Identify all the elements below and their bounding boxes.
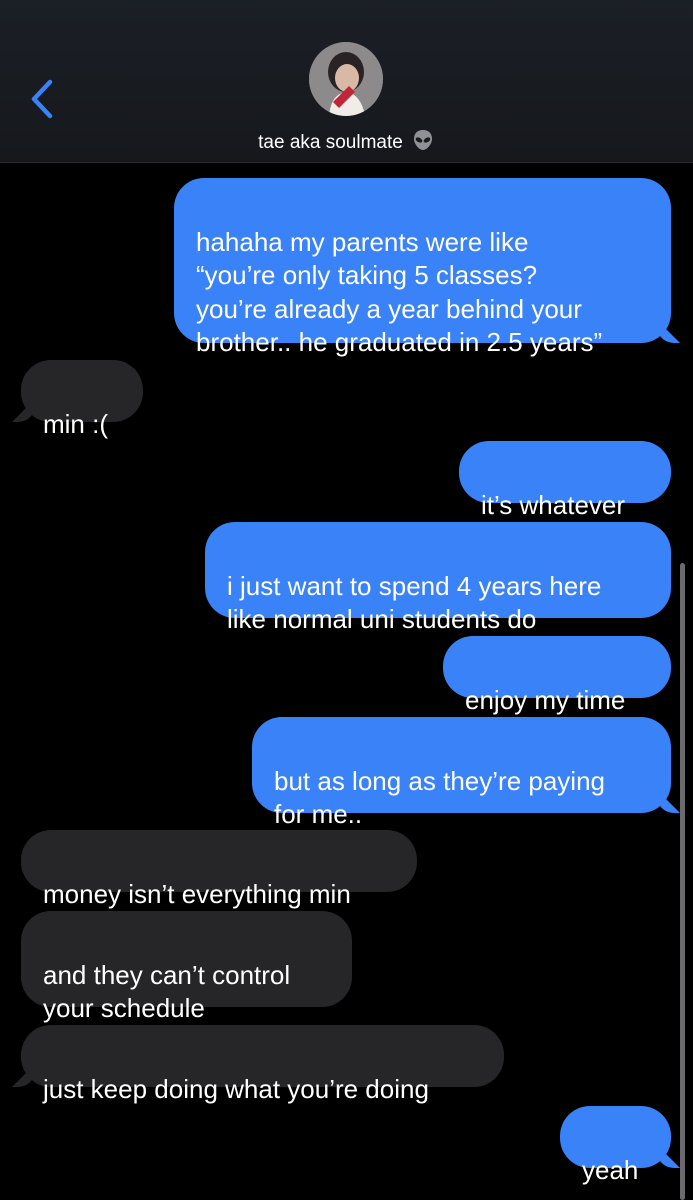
message-text: it’s whatever bbox=[481, 489, 626, 520]
message-text: but as long as they’re paying for me.. bbox=[274, 765, 605, 830]
message-text: just keep doing what you’re doing bbox=[43, 1073, 429, 1104]
contact-avatar[interactable] bbox=[309, 42, 383, 116]
avatar-photo bbox=[309, 42, 383, 116]
message-text: yeah bbox=[582, 1154, 639, 1185]
sent-message-bubble[interactable]: but as long as they’re paying for me.. bbox=[252, 717, 671, 829]
chevron-left-icon bbox=[31, 79, 53, 119]
sent-message-bubble[interactable]: yeah bbox=[560, 1106, 671, 1185]
message-text: hahaha my parents were like “you’re only… bbox=[196, 226, 603, 358]
contact-name[interactable]: tae aka soulmate bbox=[0, 128, 693, 158]
received-message-bubble[interactable]: just keep doing what you’re doing bbox=[21, 1025, 504, 1104]
received-message-bubble[interactable]: and they can’t control your schedule bbox=[21, 911, 352, 1023]
received-message-bubble[interactable]: min :( bbox=[21, 360, 143, 439]
conversation-header: tae aka soulmate bbox=[0, 0, 693, 163]
sent-message-bubble[interactable]: enjoy my time bbox=[443, 636, 671, 715]
message-text: enjoy my time bbox=[465, 684, 626, 715]
message-text: min :( bbox=[43, 408, 108, 439]
contact-name-text: tae aka soulmate bbox=[258, 132, 403, 153]
scrollbar[interactable] bbox=[680, 563, 685, 1200]
message-text: and they can’t control your schedule bbox=[43, 959, 291, 1024]
received-message-bubble[interactable]: money isn’t everything min bbox=[21, 830, 417, 909]
sent-message-bubble[interactable]: i just want to spend 4 years here like n… bbox=[205, 522, 671, 634]
back-button[interactable] bbox=[22, 76, 62, 124]
sent-message-bubble[interactable]: it’s whatever bbox=[459, 441, 671, 520]
message-text: i just want to spend 4 years here like n… bbox=[227, 570, 602, 635]
message-text: money isn’t everything min bbox=[43, 878, 351, 909]
alien-icon bbox=[411, 128, 435, 158]
sent-message-bubble[interactable]: hahaha my parents were like “you’re only… bbox=[174, 178, 671, 357]
